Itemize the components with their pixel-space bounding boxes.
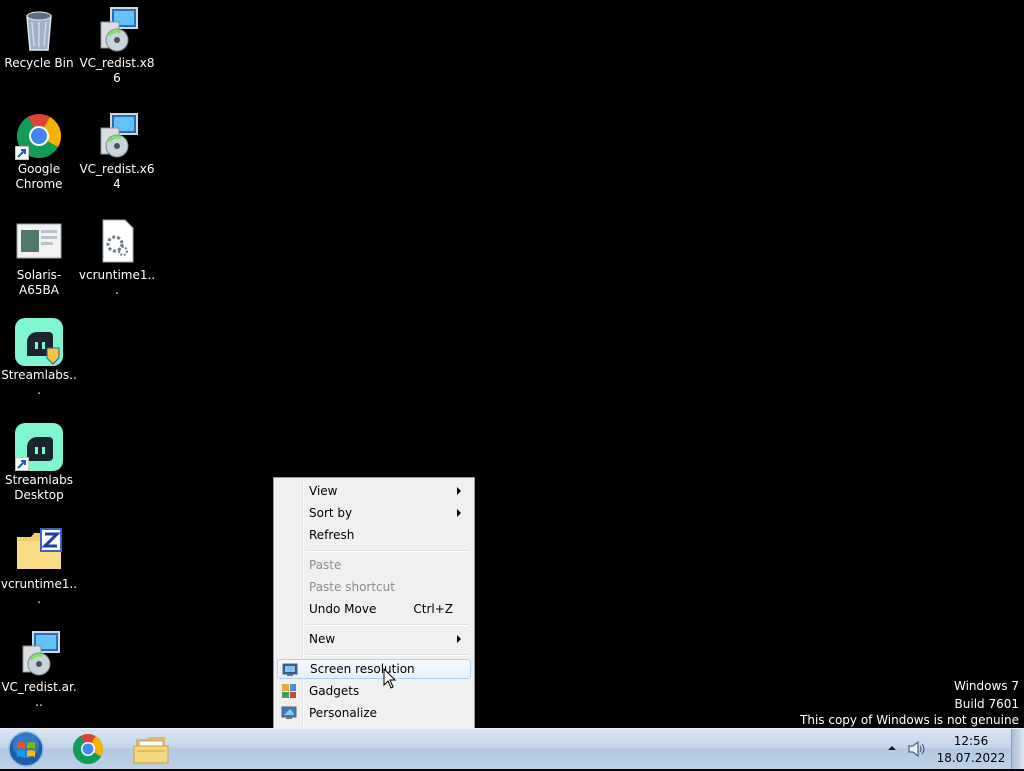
menu-item-refresh[interactable]: Refresh: [277, 525, 471, 545]
taskbar-chrome-button[interactable]: [64, 732, 112, 766]
menu-item-paste-shortcut: Paste shortcut: [277, 577, 471, 597]
monitor-icon: [282, 663, 298, 676]
submenu-arrow-icon: [457, 635, 461, 643]
menu-item-label: Paste shortcut: [309, 580, 395, 594]
zip-folder-icon: [15, 527, 63, 575]
menu-item-label: Paste: [309, 558, 342, 572]
menu-item-label: Gadgets: [309, 684, 360, 698]
personalize-icon: [281, 706, 297, 719]
desktop-icon-streamlabs-1[interactable]: Streamlabs...: [0, 318, 78, 398]
streamlabs-icon: [15, 423, 63, 471]
menu-item-label: Undo Move: [309, 602, 377, 616]
menu-separator: [305, 624, 469, 626]
menu-item-paste: Paste: [277, 555, 471, 575]
desktop-icon-streamlabs-desktop[interactable]: Streamlabs Desktop: [0, 423, 78, 503]
menu-item-label: Personalize: [309, 706, 378, 720]
menu-item-new[interactable]: New: [277, 629, 471, 649]
installer-icon: [93, 6, 141, 54]
desktop-icon-label: Recycle Bin: [4, 56, 74, 70]
screenshot-file-icon: [15, 218, 63, 266]
taskbar-explorer-button[interactable]: [127, 732, 175, 766]
desktop-icon-vc-redist-arm[interactable]: VC_redist.ar...: [0, 630, 78, 710]
mouse-cursor-icon: [383, 668, 397, 689]
desktop-icon-label: vcruntime1...: [0, 577, 78, 606]
windows-logo-icon: [8, 731, 44, 767]
tray-show-hidden-icons[interactable]: [886, 742, 898, 754]
shortcut-arrow-icon: [15, 146, 29, 160]
taskbar: 12:56 18.07.2022: [0, 728, 1024, 769]
watermark-line-1: Windows 7: [953, 679, 1019, 693]
start-button[interactable]: [6, 730, 46, 768]
watermark-line-2: Build 7601: [954, 697, 1019, 711]
menu-item-undo-move[interactable]: Undo Move Ctrl+Z: [277, 599, 471, 619]
desktop-icon-vc-redist-x86[interactable]: VC_redist.x86: [78, 6, 156, 86]
menu-item-screen-resolution[interactable]: Screen resolution: [277, 659, 471, 679]
desktop-icon-recycle-bin[interactable]: Recycle Bin: [0, 6, 78, 71]
menu-separator: [305, 654, 469, 656]
chevron-up-icon: [888, 746, 896, 750]
explorer-folder-icon: [133, 737, 169, 764]
desktop-icon-solaris[interactable]: Solaris-A65BA: [0, 218, 78, 298]
menu-item-shortcut: Ctrl+Z: [413, 602, 453, 616]
recycle-bin-icon: [15, 6, 63, 54]
desktop-icon-label: Google Chrome: [15, 162, 63, 191]
desktop-icon-label: VC_redist.x86: [79, 56, 155, 85]
clock-date: 18.07.2022: [936, 751, 1006, 765]
show-desktop-button[interactable]: [1011, 729, 1024, 769]
chrome-icon: [15, 112, 63, 160]
desktop-icon-label: Solaris-A65BA: [16, 268, 62, 297]
menu-item-view[interactable]: View: [277, 481, 471, 501]
menu-item-label: New: [309, 632, 336, 646]
watermark-line-3: This copy of Windows is not genuine: [800, 713, 1019, 727]
desktop-icon-vcruntime-zip[interactable]: vcruntime1...: [0, 527, 78, 607]
menu-item-gadgets[interactable]: Gadgets: [277, 681, 471, 701]
submenu-arrow-icon: [457, 487, 461, 495]
desktop-icon-vc-redist-x64[interactable]: VC_redist.x64: [78, 112, 156, 192]
menu-item-personalize[interactable]: Personalize: [277, 703, 471, 723]
desktop-context-menu: View Sort by Refresh Paste Paste shortcu…: [273, 477, 475, 729]
chrome-icon: [72, 734, 104, 765]
gadgets-icon: [282, 684, 296, 698]
speaker-icon: [908, 740, 925, 758]
tray-volume-button[interactable]: [907, 740, 927, 758]
dll-file-icon: [93, 218, 141, 266]
streamlabs-icon: [15, 318, 63, 366]
shortcut-arrow-icon: [15, 457, 29, 471]
installer-icon: [93, 112, 141, 160]
installer-icon: [15, 630, 63, 678]
menu-item-label: Refresh: [309, 528, 355, 542]
desktop-icon-label: VC_redist.ar...: [1, 680, 77, 709]
menu-item-label: Sort by: [309, 506, 353, 520]
menu-item-label: View: [309, 484, 338, 498]
tray-clock[interactable]: 12:56 18.07.2022: [936, 733, 1006, 767]
menu-item-label: Screen resolution: [310, 662, 415, 676]
desktop-icon-vcruntime-dll[interactable]: vcruntime1...: [78, 218, 156, 298]
desktop-icon-google-chrome[interactable]: Google Chrome: [0, 112, 78, 192]
desktop-icon-label: vcruntime1...: [78, 268, 156, 297]
menu-separator: [305, 550, 469, 552]
submenu-arrow-icon: [457, 509, 461, 517]
desktop-icon-label: Streamlabs...: [1, 368, 77, 397]
desktop-icon-label: VC_redist.x64: [79, 162, 155, 191]
menu-item-sort-by[interactable]: Sort by: [277, 503, 471, 523]
clock-time: 12:56: [953, 734, 989, 748]
desktop-icon-label: Streamlabs Desktop: [5, 473, 73, 502]
